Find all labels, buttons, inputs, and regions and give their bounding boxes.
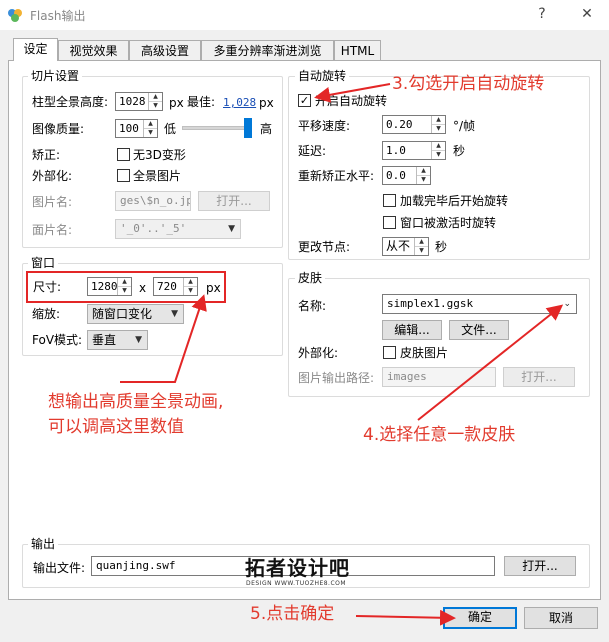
arrow-to-ok (355, 609, 456, 626)
annotation-arrows (120, 83, 564, 626)
arrow-to-skin (417, 304, 564, 421)
arrow-to-window-size (120, 294, 207, 383)
arrow-to-autorotate (314, 83, 391, 103)
